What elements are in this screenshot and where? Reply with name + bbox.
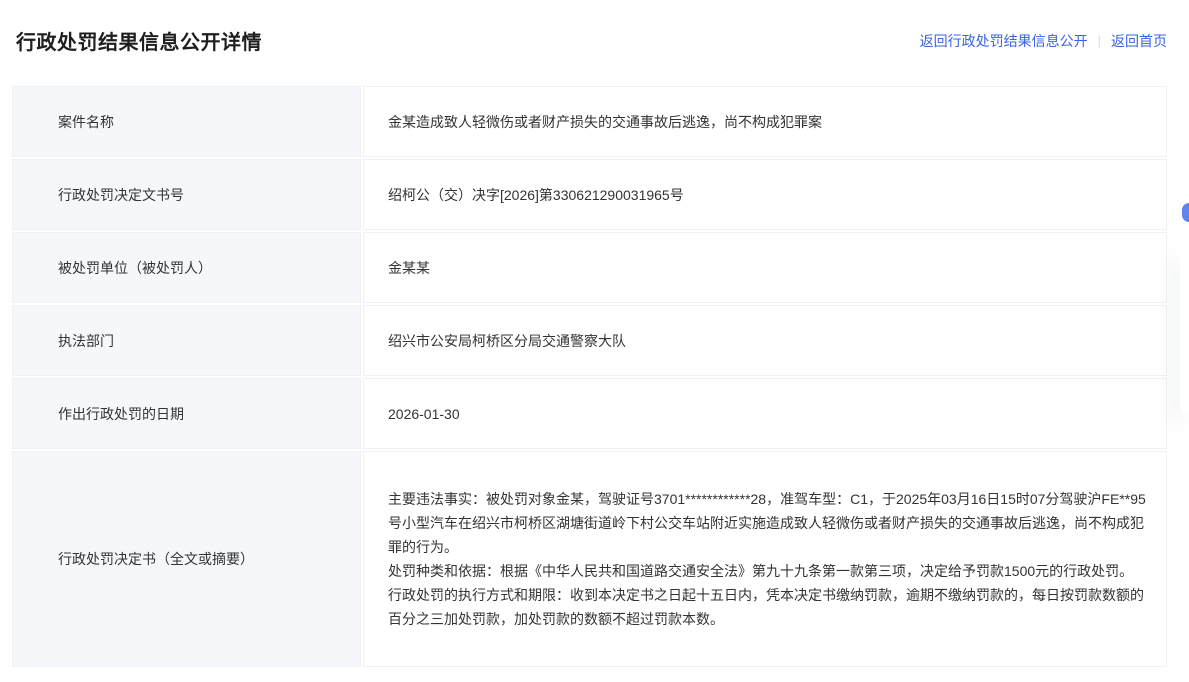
decision-paragraph-facts: 主要违法事实：被处罚对象金某，驾驶证号3701************28，准驾… xyxy=(388,491,1146,555)
header-links: 返回行政处罚结果信息公开 | 返回首页 xyxy=(920,31,1167,51)
back-to-penalty-list-link[interactable]: 返回行政处罚结果信息公开 xyxy=(920,31,1088,51)
document-number-label: 行政处罚决定文书号 xyxy=(12,159,361,230)
document-number-value: 绍柯公（交）决字[2026]第330621290031965号 xyxy=(363,159,1167,230)
link-divider: | xyxy=(1097,33,1101,48)
table-row-decision-text: 行政处罚决定书（全文或摘要） 主要违法事实：被处罚对象金某，驾驶证号3701**… xyxy=(12,451,1167,667)
floating-widget-button[interactable] xyxy=(1182,203,1189,222)
table-row-penalized-party: 被处罚单位（被处罚人） 金某某 xyxy=(12,232,1167,303)
decision-paragraph-basis: 处罚种类和依据：根据《中华人民共和国道路交通安全法》第九十九条第一款第三项，决定… xyxy=(388,563,1134,579)
table-row-document-number: 行政处罚决定文书号 绍柯公（交）决字[2026]第330621290031965… xyxy=(12,159,1167,230)
enforcement-department-label: 执法部门 xyxy=(12,305,361,376)
floating-widget-panel[interactable] xyxy=(1180,250,1189,415)
table-row-enforcement-department: 执法部门 绍兴市公安局柯桥区分局交通警察大队 xyxy=(12,305,1167,376)
penalty-detail-table: 案件名称 金某造成致人轻微伤或者财产损失的交通事故后逃逸，尚不构成犯罪案 行政处… xyxy=(12,86,1167,667)
decision-text-label: 行政处罚决定书（全文或摘要） xyxy=(12,451,361,667)
back-home-link[interactable]: 返回首页 xyxy=(1111,31,1167,51)
page-header: 行政处罚结果信息公开详情 返回行政处罚结果信息公开 | 返回首页 xyxy=(0,0,1189,55)
table-row-case-name: 案件名称 金某造成致人轻微伤或者财产损失的交通事故后逃逸，尚不构成犯罪案 xyxy=(12,86,1167,157)
decision-paragraph-execution: 行政处罚的执行方式和期限：收到本决定书之日起十五日内，凭本决定书缴纳罚款，逾期不… xyxy=(388,587,1144,627)
page-title: 行政处罚结果信息公开详情 xyxy=(16,32,262,54)
penalized-party-label: 被处罚单位（被处罚人） xyxy=(12,232,361,303)
penalized-party-value: 金某某 xyxy=(363,232,1167,303)
table-row-penalty-date: 作出行政处罚的日期 2026-01-30 xyxy=(12,378,1167,449)
enforcement-department-value: 绍兴市公安局柯桥区分局交通警察大队 xyxy=(363,305,1167,376)
penalty-date-label: 作出行政处罚的日期 xyxy=(12,378,361,449)
decision-paragraphs: 主要违法事实：被处罚对象金某，驾驶证号3701************28，准驾… xyxy=(388,487,1146,631)
case-name-label: 案件名称 xyxy=(12,86,361,157)
penalty-date-value: 2026-01-30 xyxy=(363,378,1167,449)
decision-text-value: 主要违法事实：被处罚对象金某，驾驶证号3701************28，准驾… xyxy=(363,451,1167,667)
case-name-value: 金某造成致人轻微伤或者财产损失的交通事故后逃逸，尚不构成犯罪案 xyxy=(363,86,1167,157)
